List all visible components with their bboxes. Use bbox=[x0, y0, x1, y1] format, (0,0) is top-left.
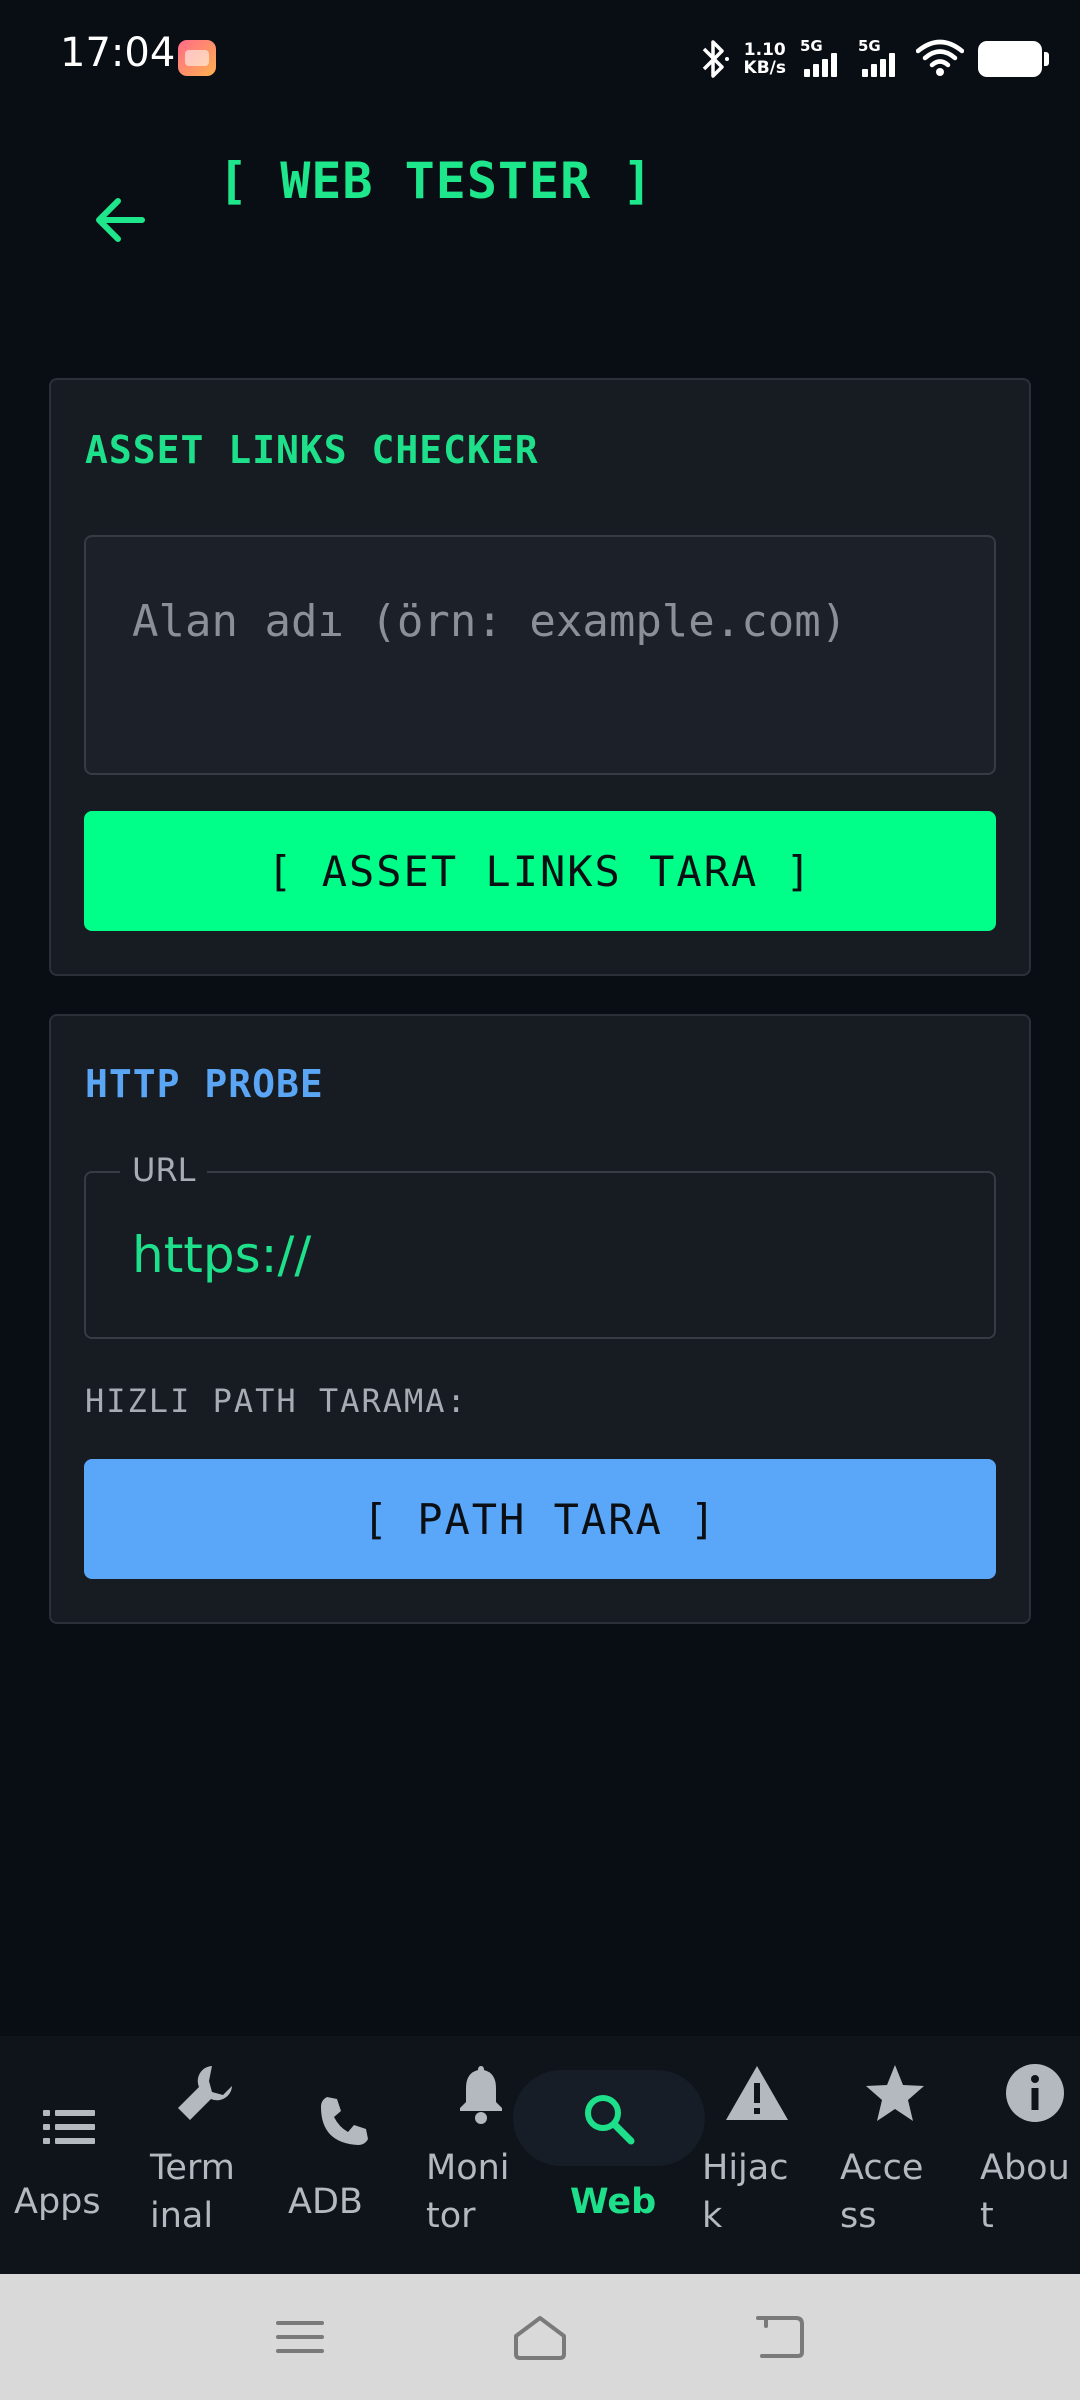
nav-label-line: tor bbox=[426, 2196, 476, 2236]
star-icon bbox=[862, 2060, 928, 2126]
nav-label-line: ss bbox=[840, 2196, 877, 2236]
nav-label-line: Abou bbox=[980, 2148, 1070, 2188]
bluetooth-icon bbox=[702, 40, 729, 78]
battery-icon bbox=[978, 41, 1049, 77]
nav-label: Web bbox=[570, 2182, 657, 2222]
info-icon bbox=[1002, 2060, 1068, 2126]
nav-label-line: k bbox=[702, 2196, 723, 2236]
nav-item-hijack[interactable]: Hijac k bbox=[688, 2036, 826, 2274]
nav-label: Moni tor bbox=[426, 2144, 510, 2240]
quick-path-scan-label: HIZLI PATH TARAMA: bbox=[85, 1382, 468, 1420]
bottom-navigation: Apps Term inal ADB Moni tor Web Hijac k bbox=[0, 2036, 1080, 2274]
network-speed-value: 1.10 bbox=[743, 40, 786, 60]
wrench-icon bbox=[172, 2060, 238, 2126]
nav-label-line: inal bbox=[150, 2196, 214, 2236]
http-probe-card: HTTP PROBE URL HIZLI PATH TARAMA: [ PATH… bbox=[49, 1014, 1031, 1624]
nav-label-line: Term bbox=[150, 2148, 235, 2188]
wifi-icon bbox=[916, 39, 964, 76]
notification-app-icon bbox=[178, 40, 216, 76]
nav-label: Apps bbox=[14, 2182, 101, 2222]
nav-label: Abou t bbox=[980, 2144, 1070, 2240]
warning-icon bbox=[724, 2060, 790, 2126]
nav-label-line: t bbox=[980, 2196, 994, 2236]
phone-icon bbox=[310, 2088, 376, 2154]
arrow-left-icon bbox=[96, 198, 145, 242]
page-title: [ WEB TESTER ] bbox=[218, 152, 654, 210]
bell-icon bbox=[448, 2060, 514, 2126]
back-button[interactable] bbox=[82, 182, 158, 258]
home-icon[interactable] bbox=[505, 2304, 575, 2370]
nav-item-terminal[interactable]: Term inal bbox=[136, 2036, 274, 2274]
asset-links-title: ASSET LINKS CHECKER bbox=[85, 428, 539, 472]
http-probe-title: HTTP PROBE bbox=[85, 1062, 324, 1106]
signal-icon: 5G bbox=[800, 37, 844, 81]
nav-label: Hijac k bbox=[702, 2144, 788, 2240]
url-input[interactable] bbox=[86, 1173, 994, 1337]
domain-input-field[interactable] bbox=[84, 535, 996, 775]
system-navigation-bar bbox=[0, 2274, 1080, 2400]
menu-icon[interactable] bbox=[265, 2304, 335, 2370]
asset-links-card: ASSET LINKS CHECKER [ ASSET LINKS TARA ] bbox=[49, 378, 1031, 976]
nav-item-apps[interactable]: Apps bbox=[0, 2036, 138, 2274]
network-speed-unit: KB/s bbox=[743, 58, 786, 78]
scan-path-button[interactable]: [ PATH TARA ] bbox=[84, 1459, 996, 1579]
nav-label-line: Moni bbox=[426, 2148, 510, 2188]
domain-input[interactable] bbox=[86, 537, 994, 773]
nav-label-line: Hijac bbox=[702, 2148, 789, 2188]
nav-item-monitor[interactable]: Moni tor bbox=[412, 2036, 550, 2274]
nav-label: Acce ss bbox=[840, 2144, 923, 2240]
nav-label: ADB bbox=[288, 2182, 363, 2222]
back-icon[interactable] bbox=[745, 2304, 815, 2370]
network-speed: 1.10 KB/s bbox=[744, 41, 786, 77]
status-time: 17:04 bbox=[60, 30, 176, 76]
nav-label-line: Acce bbox=[840, 2148, 924, 2188]
nav-item-about[interactable]: Abou t bbox=[966, 2036, 1080, 2274]
search-icon bbox=[576, 2086, 642, 2152]
status-icons: 1.10 KB/s 5G 5G bbox=[698, 34, 1049, 84]
nav-item-web[interactable]: Web bbox=[540, 2036, 678, 2274]
nav-item-adb[interactable]: ADB bbox=[274, 2036, 412, 2274]
scan-asset-links-button[interactable]: [ ASSET LINKS TARA ] bbox=[84, 811, 996, 931]
list-icon bbox=[36, 2094, 102, 2160]
url-field[interactable]: URL bbox=[84, 1151, 996, 1339]
signal-icon: 5G bbox=[858, 37, 902, 81]
status-bar: 17:04 1.10 KB/s 5G 5G bbox=[0, 0, 1080, 120]
nav-item-access[interactable]: Acce ss bbox=[826, 2036, 964, 2274]
nav-label: Term inal bbox=[150, 2144, 235, 2240]
